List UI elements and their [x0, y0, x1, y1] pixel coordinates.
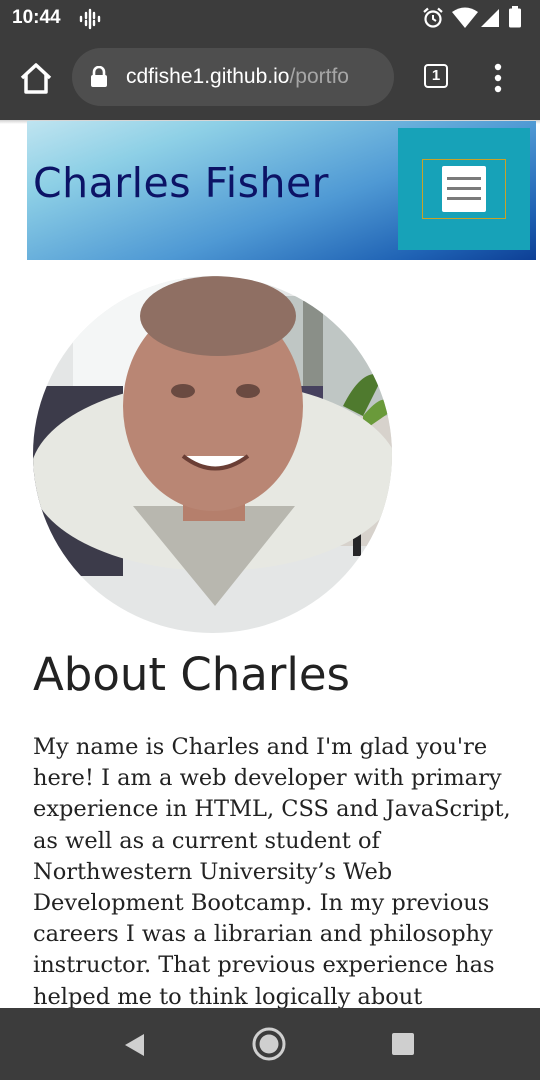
url-text: cdfishe1.github.io/portfo — [126, 65, 349, 89]
address-bar[interactable]: cdfishe1.github.io/portfo — [72, 48, 394, 106]
hamburger-icon — [442, 166, 486, 212]
podcast-icon — [79, 8, 101, 30]
browser-toolbar: cdfishe1.github.io/portfo 1 — [0, 36, 540, 120]
site-title[interactable]: Charles Fisher — [33, 159, 329, 207]
signal-icon — [481, 9, 499, 27]
about-heading: About Charles — [33, 648, 350, 701]
status-time: 10:44 — [12, 7, 61, 28]
battery-icon — [509, 6, 521, 28]
tab-switcher-button[interactable]: 1 — [424, 64, 448, 88]
recents-icon[interactable] — [391, 1032, 415, 1056]
status-bar: 10:44 — [0, 0, 540, 36]
profile-photo — [33, 276, 392, 633]
web-page: Charles Fisher About Charles My name is … — [0, 120, 540, 1008]
more-vert-icon[interactable] — [486, 62, 510, 94]
url-path: /portfo — [289, 65, 349, 88]
alarm-icon — [423, 7, 443, 28]
nav-toggle-button[interactable] — [422, 159, 506, 219]
home-icon[interactable] — [16, 60, 56, 96]
about-paragraph: My name is Charles and I'm glad you're h… — [33, 734, 511, 1008]
nav-toggle-container — [398, 128, 530, 250]
wifi-icon — [452, 7, 478, 28]
site-header: Charles Fisher — [27, 121, 536, 260]
lock-icon — [91, 66, 107, 87]
system-nav-bar — [0, 1008, 540, 1080]
home-circle-icon[interactable] — [252, 1027, 286, 1061]
url-domain: cdfishe1.github.io — [126, 65, 290, 88]
back-icon[interactable] — [122, 1032, 148, 1058]
